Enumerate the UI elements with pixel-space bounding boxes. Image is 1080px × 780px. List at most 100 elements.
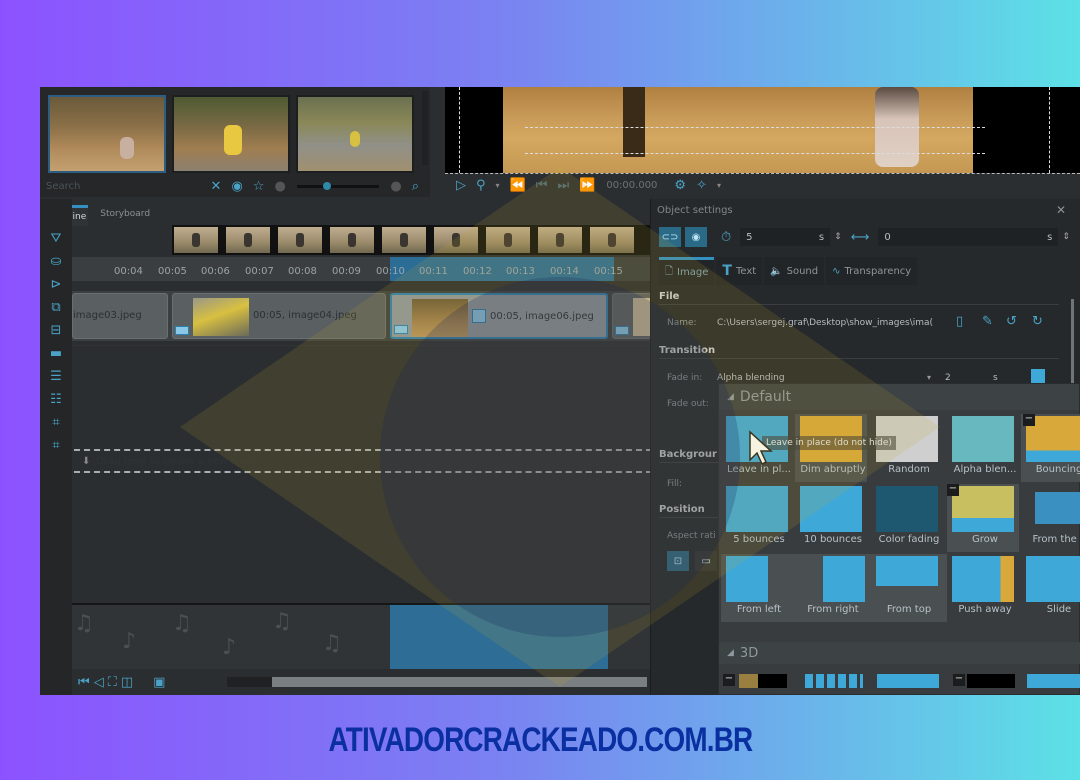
eye-icon[interactable]: ◉ bbox=[231, 180, 242, 193]
edit-icon[interactable]: ✎ bbox=[982, 315, 993, 328]
dropdown-icon[interactable]: ▾ bbox=[717, 181, 721, 190]
group-icon[interactable]: ⛀ bbox=[51, 250, 62, 273]
collapse-icon[interactable]: − bbox=[953, 674, 965, 686]
clip-next[interactable] bbox=[612, 293, 652, 339]
align-icon[interactable]: ⊳ bbox=[51, 273, 62, 296]
next-frame-icon[interactable]: ⏭ bbox=[557, 179, 569, 192]
tooltip: Leave in place (do not hide) bbox=[762, 436, 896, 450]
search-input[interactable]: Search bbox=[46, 181, 206, 192]
play-from-icon[interactable]: ⚲ bbox=[476, 179, 486, 192]
transition-thumb[interactable] bbox=[805, 674, 863, 688]
group-default-header[interactable]: ◢ Default bbox=[719, 384, 1079, 410]
transition-tile[interactable]: From right bbox=[795, 554, 871, 622]
transition-icon[interactable] bbox=[472, 309, 486, 323]
rotate-right-icon[interactable]: ↻ bbox=[1032, 315, 1043, 328]
rotate-left-icon[interactable]: ↺ bbox=[1006, 315, 1017, 328]
close-icon[interactable]: ✕ bbox=[1056, 203, 1066, 217]
copy-track-icon[interactable]: ⧉ bbox=[51, 296, 60, 319]
tab-sound[interactable]: 🔈 Sound bbox=[764, 257, 825, 285]
split-icon[interactable]: ⛛ bbox=[51, 227, 62, 250]
step-back-icon[interactable]: ◁ bbox=[94, 676, 104, 689]
tools-icon[interactable]: ⚙ bbox=[674, 179, 686, 192]
aspect-fill-button[interactable]: ▭ bbox=[695, 551, 717, 571]
forward-icon[interactable]: ⏩ bbox=[579, 179, 595, 192]
duration-field[interactable]: 5 s bbox=[740, 228, 831, 246]
media-thumb-2[interactable] bbox=[172, 95, 290, 173]
rewind-icon[interactable]: ⏪ bbox=[510, 179, 526, 192]
transition-tile[interactable]: Push away bbox=[947, 554, 1019, 622]
star-icon[interactable]: ☆ bbox=[253, 180, 265, 193]
clip-image03[interactable]: image03.jpeg bbox=[72, 293, 168, 339]
go-start-icon[interactable]: ⏮ bbox=[78, 676, 90, 689]
fit-icon[interactable]: ⌗ bbox=[52, 411, 59, 434]
fade-in-duration[interactable]: 2 bbox=[945, 373, 951, 383]
collapse-icon[interactable]: − bbox=[947, 484, 959, 496]
collapse-icon[interactable]: − bbox=[1023, 414, 1035, 426]
fit-view-icon[interactable]: ⛶ bbox=[108, 676, 117, 689]
dropdown-icon[interactable]: ▾ bbox=[496, 181, 500, 190]
media-thumb-3[interactable] bbox=[296, 95, 414, 173]
zoom-out-icon[interactable]: ● bbox=[274, 180, 285, 193]
transition-tile[interactable]: Slide bbox=[1021, 554, 1080, 622]
browse-icon[interactable]: ▯ bbox=[956, 315, 963, 328]
tab-image[interactable]: 🗋 Image bbox=[659, 257, 715, 285]
close-icon[interactable]: ✕ bbox=[211, 180, 222, 193]
transition-thumb bbox=[952, 556, 1014, 602]
transition-tile[interactable]: Alpha blen... bbox=[947, 414, 1019, 482]
timeline-scrollbar[interactable] bbox=[227, 677, 647, 687]
media-scrollbar[interactable] bbox=[422, 91, 428, 165]
stepper-icon[interactable]: ⇕ bbox=[1062, 232, 1070, 242]
transition-tile[interactable]: 5 bounces bbox=[721, 484, 793, 552]
link-icon[interactable]: ⊂⊃ bbox=[659, 227, 681, 247]
transition-tile[interactable]: − Bouncing bbox=[1021, 414, 1080, 482]
slider-knob[interactable] bbox=[322, 181, 331, 190]
transition-tile[interactable]: 10 bounces bbox=[795, 484, 867, 552]
magnifier-icon[interactable]: ⌕ bbox=[412, 180, 419, 193]
file-path-field[interactable]: C:\Users\sergej.graf\Desktop\show_images… bbox=[717, 318, 945, 328]
clip-image06[interactable]: 00:05, image06.jpeg bbox=[390, 293, 608, 339]
video-preview[interactable] bbox=[445, 87, 1080, 175]
visibility-icon[interactable]: ◉ bbox=[685, 227, 707, 247]
zoom-in-icon[interactable]: ● bbox=[390, 180, 401, 193]
expand-icon[interactable]: ⌗ bbox=[52, 434, 59, 457]
prev-frame-icon[interactable]: ⏮ bbox=[536, 179, 548, 192]
thumb-size-slider[interactable] bbox=[296, 181, 380, 190]
transition-tile[interactable]: − Grow bbox=[947, 484, 1019, 552]
transition-label: 5 bounces bbox=[733, 534, 785, 545]
split-view-icon[interactable]: ◫ bbox=[121, 676, 133, 689]
transition-thumb[interactable] bbox=[1027, 674, 1080, 688]
play-icon[interactable]: ▷ bbox=[456, 179, 466, 192]
transition-tile[interactable]: From left bbox=[721, 554, 795, 622]
transition-thumb[interactable] bbox=[739, 674, 787, 688]
fade-in-label: Fade in: bbox=[667, 373, 703, 383]
distribute-icon[interactable]: ▬ bbox=[50, 342, 62, 365]
transition-tile[interactable]: Color fading bbox=[871, 484, 943, 552]
film-frame bbox=[538, 227, 582, 253]
transition-thumb[interactable] bbox=[877, 674, 939, 688]
fade-in-select[interactable]: Alpha blending bbox=[717, 373, 937, 383]
tab-text[interactable]: T Text bbox=[716, 257, 763, 285]
tab-transparency[interactable]: ∿ Transparency bbox=[826, 257, 918, 285]
transition-tile[interactable]: From top bbox=[871, 554, 947, 622]
magic-icon[interactable]: ✧ bbox=[696, 179, 707, 192]
scrollbar-thumb[interactable] bbox=[227, 677, 272, 687]
collapse-icon[interactable]: − bbox=[723, 674, 735, 686]
offset-field[interactable]: 0 s bbox=[878, 228, 1059, 246]
new-track-dropzone[interactable]: ⬇ Drag here to create a new track. bbox=[74, 449, 652, 473]
move-track-icon[interactable]: ⊟ bbox=[51, 319, 62, 342]
transition-thumb[interactable] bbox=[967, 674, 1015, 688]
chevron-down-icon[interactable]: ▾ bbox=[927, 373, 931, 382]
clip-image04[interactable]: 00:05, image04.jpeg bbox=[172, 293, 386, 339]
cascade-left-icon[interactable]: ☰ bbox=[50, 365, 62, 388]
ruler-tick: 00:11 bbox=[419, 266, 448, 277]
transition-tile[interactable]: From the c bbox=[1021, 484, 1080, 552]
snap-icon[interactable]: ▣ bbox=[153, 676, 165, 689]
time-ruler[interactable]: 00:04 00:05 00:06 00:07 00:08 00:09 00:1… bbox=[72, 257, 650, 281]
aspect-fit-button[interactable]: ⊡ bbox=[667, 551, 689, 571]
media-thumb-1[interactable] bbox=[48, 95, 166, 173]
transition-label: Color fading bbox=[878, 534, 940, 545]
transition-preview-icon[interactable] bbox=[1031, 369, 1045, 383]
cascade-right-icon[interactable]: ☷ bbox=[50, 388, 62, 411]
stepper-icon[interactable]: ⇕ bbox=[834, 232, 842, 242]
group-3d-header[interactable]: ◢ 3D bbox=[719, 642, 1080, 664]
